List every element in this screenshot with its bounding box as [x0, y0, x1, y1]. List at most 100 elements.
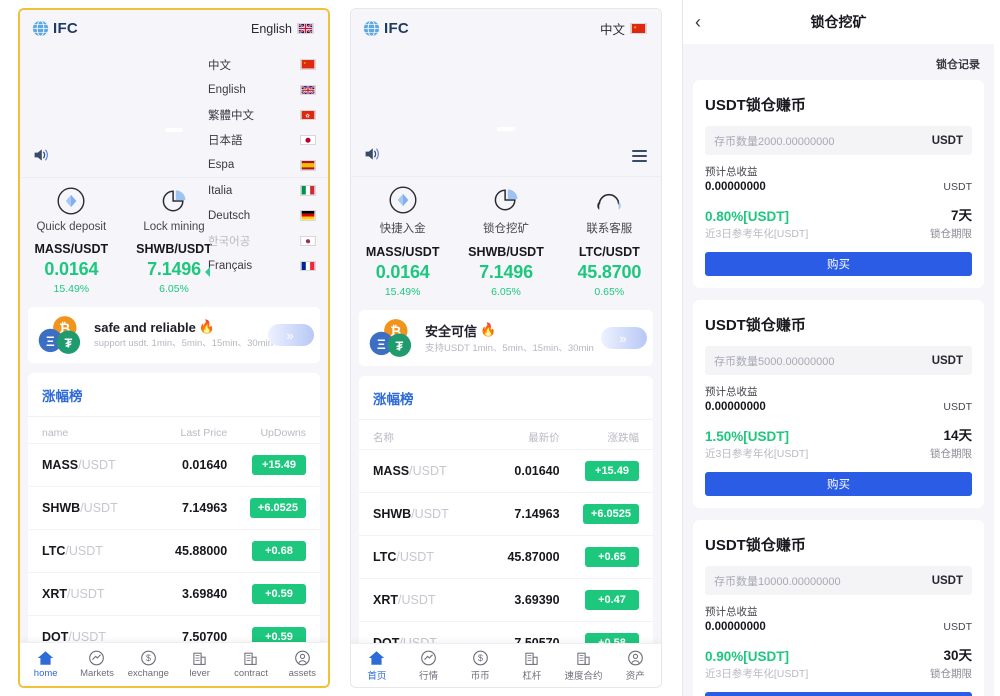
- lever-icon: [193, 652, 206, 665]
- nav-label: home: [33, 668, 58, 679]
- language-option-7[interactable]: 한국어공: [208, 228, 316, 253]
- nav-item-lever[interactable]: lever: [174, 650, 225, 679]
- language-option-label: 繁體中文: [208, 109, 254, 122]
- quick-action-lock-mining[interactable]: 锁仓挖矿 SHWB/USDT 7.1496 6.05%: [454, 185, 557, 298]
- language-option-label: Espa: [208, 159, 235, 172]
- amount-currency-suffix: USDT: [931, 574, 963, 587]
- quick-action-support[interactable]: 联系客服 LTC/USDT 45.8700 0.65%: [558, 185, 661, 298]
- amount-input[interactable]: 存币数量10000.00000000 USDT: [705, 566, 972, 595]
- column-header-name: 名称: [373, 432, 394, 444]
- svg-text:★: ★: [634, 26, 637, 30]
- carousel-indicator: [165, 128, 183, 132]
- quick-action-deposit[interactable]: 快捷入金 MASS/USDT 0.0164 15.49%: [351, 185, 454, 298]
- promo-banner-english[interactable]: ₿ Ξ ₮ safe and reliable 🔥 support usdt. …: [28, 307, 320, 363]
- row-quote: /USDT: [78, 458, 116, 472]
- language-selector-chinese[interactable]: 中文 ★: [600, 19, 647, 38]
- brand-logo[interactable]: IFC: [363, 20, 409, 37]
- nav-item-contract[interactable]: 速度合约: [558, 650, 610, 682]
- column-header-name: name: [42, 427, 69, 439]
- mining-card-list[interactable]: USDT锁仓赚币 存币数量2000.00000000 USDT 预计总收益 0.…: [683, 80, 994, 696]
- quick-action-label: 联系客服: [586, 223, 633, 235]
- card-title: USDT锁仓赚币: [705, 537, 806, 554]
- row-symbol: XRT: [42, 587, 67, 601]
- apy-sublabel: 近3日参考年化[USDT]: [705, 668, 809, 680]
- nav-label: 速度合约: [564, 670, 603, 682]
- row-price: 3.69840: [182, 587, 228, 601]
- speaker-icon[interactable]: [32, 147, 50, 163]
- mining-card: USDT锁仓赚币 存币数量10000.00000000 USDT 预计总收益 0…: [693, 520, 984, 696]
- nav-item-markets[interactable]: Markets: [71, 650, 122, 679]
- hamburger-icon[interactable]: [632, 150, 647, 162]
- row-price: 0.01640: [514, 464, 560, 478]
- home-icon: [369, 650, 385, 665]
- language-option-2[interactable]: 繁體中文 ✿: [208, 102, 316, 127]
- row-quote: /USDT: [398, 593, 436, 607]
- language-selector-english[interactable]: English: [251, 22, 314, 36]
- speaker-icon[interactable]: [363, 146, 381, 162]
- nav-item-contract[interactable]: contract: [225, 650, 276, 679]
- table-row[interactable]: XRT/USDT 3.69840 +0.59: [28, 572, 320, 615]
- quick-actions-chinese: 快捷入金 MASS/USDT 0.0164 15.49% 锁仓挖矿 SHWB/U…: [351, 177, 661, 298]
- table-row[interactable]: LTC/USDT 45.87000 +0.65: [359, 535, 653, 578]
- buy-button[interactable]: 购买: [705, 472, 972, 496]
- row-quote: /USDT: [80, 501, 118, 515]
- table-row[interactable]: XRT/USDT 3.69390 +0.47: [359, 578, 653, 621]
- nav-item-lever[interactable]: 杠杆: [506, 650, 558, 682]
- lock-records-link[interactable]: 锁仓记录: [683, 44, 994, 80]
- language-option-3[interactable]: 日本語: [208, 128, 316, 153]
- nav-item-markets[interactable]: 行情: [403, 650, 455, 682]
- headset-icon: [597, 193, 622, 210]
- ticker-pair: MASS/USDT: [34, 242, 109, 256]
- crypto-coins-icon: ₿ Ξ ₮: [369, 319, 412, 357]
- nav-item-coin[interactable]: $ 币币: [454, 650, 506, 682]
- table-row[interactable]: SHWB/USDT 7.14963 +6.0525: [28, 486, 320, 529]
- language-option-label: Deutsch: [208, 209, 251, 222]
- brand-logo[interactable]: IFC: [32, 20, 78, 37]
- language-option-label: 한국어공: [208, 235, 251, 248]
- nav-item-assets[interactable]: 资产: [609, 650, 661, 682]
- ticker-pair: MASS/USDT: [365, 245, 440, 259]
- language-option-label: Français: [208, 260, 253, 273]
- language-option-4[interactable]: Espa: [208, 153, 316, 178]
- es-flag-icon: [300, 160, 316, 171]
- table-row[interactable]: MASS/USDT 0.01640 +15.49: [359, 449, 653, 492]
- row-price: 3.69390: [514, 593, 560, 607]
- row-quote: /USDT: [65, 544, 103, 558]
- lock-term-label: 锁仓期限: [930, 668, 972, 680]
- amount-input[interactable]: 存币数量2000.00000000 USDT: [705, 126, 972, 155]
- chevron-left-icon[interactable]: ‹: [695, 13, 701, 31]
- table-row[interactable]: SHWB/USDT 7.14963 +6.0525: [359, 492, 653, 535]
- language-dropdown-menu[interactable]: 中文 ★ English 繁體中文 ✿ 日本語 Espa Italia Deut…: [208, 52, 316, 279]
- buy-button[interactable]: 购买: [705, 692, 972, 696]
- nav-label: Markets: [80, 668, 114, 679]
- row-quote: /USDT: [67, 587, 105, 601]
- language-option-6[interactable]: Deutsch: [208, 203, 316, 228]
- language-option-5[interactable]: Italia: [208, 178, 316, 203]
- quick-action-quick-deposit[interactable]: Quick deposit MASS/USDT 0.0164 15.49%: [20, 186, 123, 295]
- kr-flag-icon: [300, 235, 316, 247]
- language-option-8[interactable]: Français: [208, 254, 316, 279]
- buy-button[interactable]: 购买: [705, 252, 972, 276]
- language-option-0[interactable]: 中文 ★: [208, 52, 316, 77]
- user-icon: [294, 650, 310, 666]
- language-option-1[interactable]: English: [208, 77, 316, 102]
- nav-item-home[interactable]: home: [20, 650, 71, 679]
- card-title: USDT锁仓赚币: [705, 97, 806, 114]
- banner-next-arrow[interactable]: »: [268, 324, 314, 346]
- apy-sublabel: 近3日参考年化[USDT]: [705, 448, 809, 460]
- table-row[interactable]: LTC/USDT 45.88000 +0.68: [28, 529, 320, 572]
- mining-header: ‹ 锁仓挖矿: [683, 0, 994, 44]
- quick-action-label: Lock mining: [143, 221, 205, 233]
- nav-item-home[interactable]: 首页: [351, 650, 403, 682]
- nav-item-assets[interactable]: assets: [277, 650, 328, 679]
- rank-table-chinese: 涨幅榜 名称 最新价 涨跌幅 MASS/USDT 0.01640 +15.49 …: [359, 376, 653, 687]
- phone-panel-lock-mining: ‹ 锁仓挖矿 锁仓记录 USDT锁仓赚币 存币数量2000.00000000 U…: [682, 0, 994, 696]
- banner-next-arrow[interactable]: »: [601, 327, 647, 349]
- est-profit-label: 预计总收益: [705, 166, 758, 178]
- nav-label: 资产: [625, 670, 645, 682]
- amount-input[interactable]: 存币数量5000.00000000 USDT: [705, 346, 972, 375]
- promo-banner-chinese[interactable]: ₿ Ξ ₮ 安全可信 🔥 支持USDT 1min、5min、15min、30mi…: [359, 310, 653, 366]
- table-row[interactable]: MASS/USDT 0.01640 +15.49: [28, 443, 320, 486]
- nav-item-exchange[interactable]: $ exchange: [123, 650, 174, 679]
- row-price: 45.88000: [175, 544, 228, 558]
